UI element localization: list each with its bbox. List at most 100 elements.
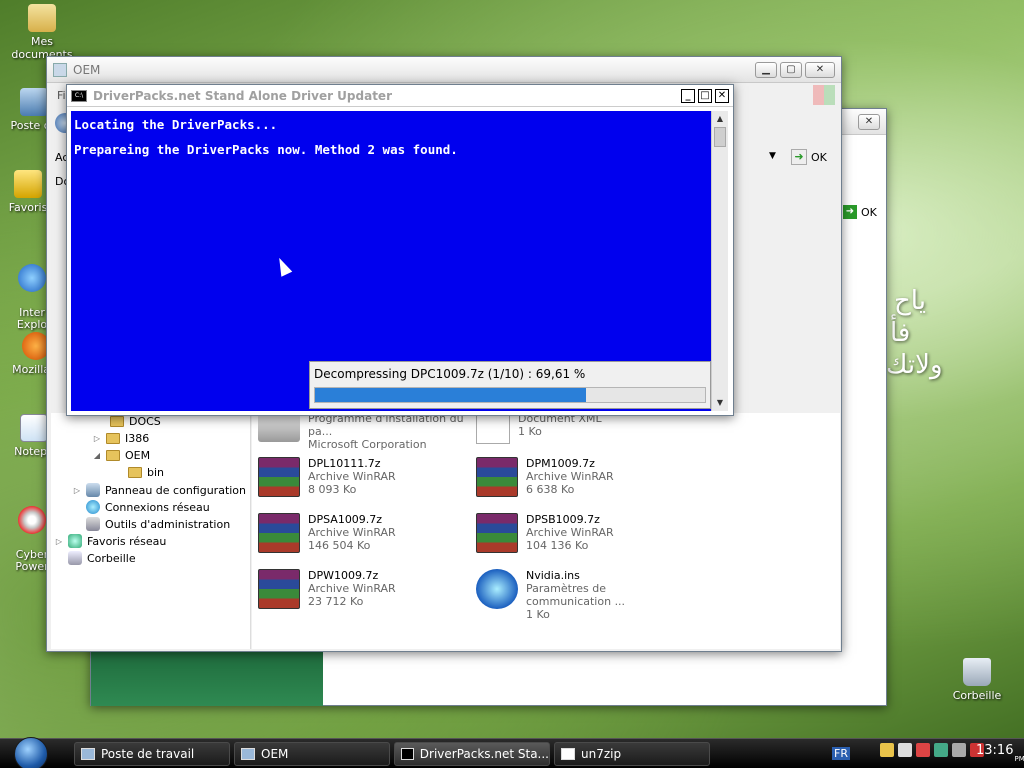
title-bar[interactable]: OEM ▁ ▢ ✕ <box>47 57 841 83</box>
console-line: Prepareing the DriverPacks now. Method 2… <box>74 142 458 157</box>
tools-icon <box>86 517 100 531</box>
system-tray <box>880 743 988 757</box>
file-item[interactable]: DPL10111.7z Archive WinRAR 8 093 Ko <box>258 457 473 497</box>
wallpaper-text: ولاتك <box>886 350 943 380</box>
disc-icon <box>18 506 46 534</box>
ok-area: ➜ OK <box>843 205 877 219</box>
ok-area: ➜ OK <box>791 149 827 165</box>
tree-item-admin-tools[interactable]: Outils d'administration <box>86 517 230 531</box>
winrar-archive-icon <box>476 513 518 553</box>
dropdown-arrow-icon[interactable]: ▼ <box>769 151 776 161</box>
folder-icon <box>28 4 56 32</box>
desktop-icon-documents[interactable]: Mes documents <box>2 4 82 61</box>
7zip-icon <box>561 748 575 760</box>
expand-icon[interactable]: ▷ <box>54 537 64 546</box>
taskbar-button-un7zip[interactable]: un7zip <box>554 742 710 766</box>
tray-icon[interactable] <box>934 743 948 757</box>
desktop-icon-label: Corbeille <box>952 689 1002 702</box>
scroll-down-icon[interactable]: ▼ <box>712 395 728 411</box>
folder-icon <box>241 748 255 760</box>
winrar-archive-icon <box>258 569 300 609</box>
console-icon <box>401 748 414 760</box>
close-button[interactable]: ✕ <box>715 88 729 103</box>
clock-time: 13:16 <box>976 743 1014 758</box>
internet-explorer-icon <box>18 264 46 292</box>
tree-item-network-places[interactable]: ▷ Favoris réseau <box>54 534 166 548</box>
close-button[interactable]: ✕ <box>858 113 880 130</box>
winrar-archive-icon <box>258 513 300 553</box>
expand-icon[interactable]: ▷ <box>92 434 102 443</box>
clock-ampm: PM <box>1014 755 1024 763</box>
recycle-bin-icon <box>68 551 82 565</box>
tree-item-i386[interactable]: ▷ I386 <box>92 432 149 445</box>
tray-icon[interactable] <box>880 743 894 757</box>
minimize-button[interactable]: _ <box>681 88 695 103</box>
maximize-button[interactable]: ▢ <box>780 61 802 78</box>
close-button[interactable]: ✕ <box>805 61 835 78</box>
tree-item-bin[interactable]: bin <box>128 466 164 479</box>
go-arrow-icon[interactable]: ➜ <box>843 205 857 219</box>
wallpaper-text: یاح <box>894 286 926 316</box>
file-item[interactable]: DPSA1009.7z Archive WinRAR 146 504 Ko <box>258 513 473 553</box>
notepad-icon <box>20 414 48 442</box>
computer-icon <box>81 748 95 760</box>
scroll-up-icon[interactable]: ▲ <box>712 111 728 127</box>
window-title: OEM <box>73 62 101 77</box>
internet-settings-icon <box>476 569 518 609</box>
file-item[interactable]: Nvidia.ins Paramètres de communication ..… <box>476 569 691 621</box>
file-item[interactable]: DPSB1009.7z Archive WinRAR 104 136 Ko <box>476 513 691 553</box>
mouse-cursor-icon <box>273 255 293 277</box>
taskbar-button-computer[interactable]: Poste de travail <box>74 742 230 766</box>
wallpaper-text: فأ <box>890 318 911 348</box>
console-scrollbar[interactable]: ▲ ▼ <box>711 111 728 411</box>
desktop-icon-label: Inter Explo <box>16 306 48 331</box>
language-indicator[interactable]: FR <box>832 747 850 760</box>
tree-item-oem[interactable]: ◢ OEM <box>92 449 150 462</box>
network-globe-icon <box>86 500 100 514</box>
file-item[interactable]: Document XML 1 Ko <box>476 412 691 444</box>
folder-icon <box>106 433 120 444</box>
collapse-icon[interactable]: ◢ <box>92 451 102 460</box>
scroll-thumb[interactable] <box>714 127 726 147</box>
folder-icon <box>128 467 142 478</box>
tree-item-docs[interactable]: DOCS <box>110 415 161 428</box>
file-item[interactable]: DPW1009.7z Archive WinRAR 23 712 Ko <box>258 569 473 609</box>
menu-file[interactable]: Fi <box>57 89 66 102</box>
folder-icon <box>106 450 120 461</box>
tray-icon[interactable] <box>916 743 930 757</box>
tray-icon[interactable] <box>952 743 966 757</box>
folder-tree <box>51 413 251 649</box>
window-title: DriverPacks.net Stand Alone Driver Updat… <box>93 88 392 103</box>
title-bar[interactable]: C:\ DriverPacks.net Stand Alone Driver U… <box>67 85 733 107</box>
tray-icon[interactable] <box>898 743 912 757</box>
winrar-archive-icon <box>258 457 300 497</box>
folder-icon <box>53 62 67 77</box>
maximize-button[interactable]: □ <box>698 88 712 103</box>
winrar-archive-icon <box>476 457 518 497</box>
tree-item-network[interactable]: Connexions réseau <box>86 500 210 514</box>
xml-document-icon <box>476 412 510 444</box>
desktop-icon-recycle[interactable]: Corbeille <box>937 658 1017 702</box>
folder-icon <box>110 416 124 427</box>
star-icon <box>14 170 42 198</box>
ok-button[interactable]: OK <box>811 151 827 164</box>
go-arrow-icon[interactable]: ➜ <box>791 149 807 165</box>
ok-button[interactable]: OK <box>861 206 877 219</box>
computer-icon <box>20 88 48 116</box>
file-item[interactable]: DPM1009.7z Archive WinRAR 6 638 Ko <box>476 457 691 497</box>
tree-item-control-panel[interactable]: ▷ Panneau de configuration <box>72 483 246 497</box>
start-button[interactable] <box>14 737 48 768</box>
tree-item-recycle[interactable]: Corbeille <box>68 551 136 565</box>
desktop-icon-label: Favoris <box>8 201 48 214</box>
taskbar-button-oem[interactable]: OEM <box>234 742 390 766</box>
console-line: Locating the DriverPacks... <box>74 117 278 132</box>
decompress-progress-dialog: Decompressing DPC1009.7z (1/10) : 69,61 … <box>309 361 711 409</box>
minimize-button[interactable]: ▁ <box>755 61 777 78</box>
windows-logo-icon <box>813 85 835 105</box>
clock[interactable]: 13:16 PM <box>976 743 1024 763</box>
desktop-icon-label: Cyber Power <box>15 548 49 573</box>
taskbar-button-driverpacks[interactable]: DriverPacks.net Sta... <box>394 742 550 766</box>
side-panel <box>91 649 323 706</box>
expand-icon[interactable]: ▷ <box>72 486 82 495</box>
file-item[interactable]: Programme d'installation du pa... Microso… <box>258 412 473 451</box>
